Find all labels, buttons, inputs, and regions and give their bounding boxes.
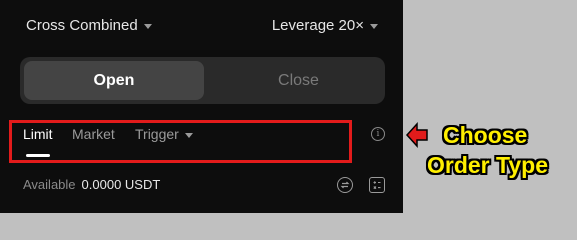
margin-mode-dropdown[interactable]: Cross Combined <box>26 17 152 34</box>
leverage-dropdown[interactable]: Leverage 20× <box>272 17 378 34</box>
annotation-line-1: Choose <box>443 122 528 148</box>
calculator-icon[interactable] <box>369 177 385 193</box>
order-panel-header: Cross Combined Leverage 20× <box>0 0 403 52</box>
available-balance: Available 0.0000 USDT <box>23 177 160 192</box>
available-label: Available <box>23 177 76 192</box>
margin-mode-label: Cross Combined <box>26 17 138 34</box>
close-button-label: Close <box>278 71 319 89</box>
info-icon[interactable]: i <box>371 127 385 141</box>
open-button[interactable]: Open <box>24 61 204 100</box>
annotation-line-2: Order Type <box>427 152 548 178</box>
transfer-icon[interactable] <box>337 177 353 193</box>
chevron-down-icon <box>370 24 378 29</box>
available-value: 0.0000 USDT <box>81 177 161 192</box>
order-panel: Cross Combined Leverage 20× Open Close L… <box>0 0 403 213</box>
close-button[interactable]: Close <box>216 61 381 100</box>
open-close-toggle: Open Close <box>20 57 385 104</box>
open-button-label: Open <box>93 71 135 89</box>
leverage-label: Leverage 20× <box>271 17 364 34</box>
order-type-highlight-box <box>9 120 352 163</box>
chevron-down-icon <box>143 24 152 29</box>
annotation-label: Choose Order Type <box>427 120 577 180</box>
left-arrow-icon <box>405 122 428 148</box>
